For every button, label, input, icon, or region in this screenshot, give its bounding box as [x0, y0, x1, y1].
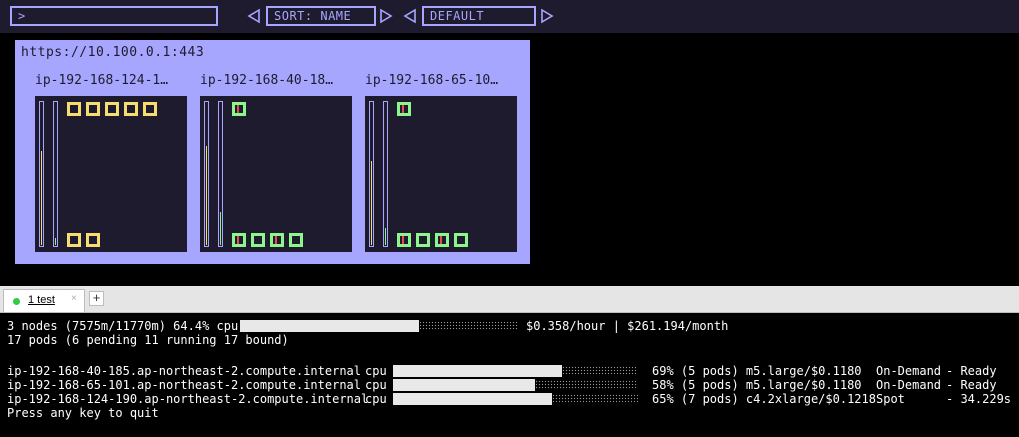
pod-square[interactable]: [232, 102, 246, 116]
node-body: [365, 96, 517, 252]
node-row-name: ip-192-168-124-190.ap-northeast-2.comput…: [7, 392, 369, 406]
cpu-usage-bar: [369, 101, 374, 247]
tab-label: 1 test: [28, 294, 55, 306]
node-name: ip-192-168-40-18…: [200, 73, 334, 88]
node-card[interactable]: ip-192-168-124-1…: [31, 70, 191, 256]
footer-hint: Press any key to quit: [7, 406, 159, 420]
cpu-usage-bar: [39, 101, 44, 247]
terminal-window: 1 test × + 3 nodes (7575m/11770m) 64.4% …: [0, 286, 1019, 437]
node-name: ip-192-168-65-10…: [365, 73, 499, 88]
tab-test[interactable]: 1 test ×: [3, 289, 85, 312]
pod-square[interactable]: [67, 102, 81, 116]
node-row-status: - Ready: [946, 378, 997, 392]
node-row-stats: 65% (7 pods) c4.2xlarge/$0.1218: [652, 392, 876, 406]
sort-next-icon[interactable]: [379, 6, 393, 26]
pod-square[interactable]: [86, 233, 100, 247]
node-row-capacity: Spot: [876, 392, 905, 406]
pod-marker: [402, 105, 404, 113]
node-body: [35, 96, 187, 252]
pod-square[interactable]: [416, 233, 430, 247]
node-row-resource: cpu: [365, 364, 387, 378]
cluster-panel: https://10.100.0.1:443 ip-192-168-124-1……: [15, 40, 530, 264]
toolbar: > SORT: NAME DEFAULT: [0, 0, 1019, 33]
pod-marker: [237, 236, 239, 244]
cluster-cpu-bar: [240, 320, 518, 332]
node-cpu-bar: [393, 365, 638, 377]
cost-text: $0.358/hour | $261.194/month: [526, 319, 729, 333]
add-tab-button[interactable]: +: [89, 291, 104, 306]
sort-prev-icon[interactable]: [247, 6, 261, 26]
profile-next-icon[interactable]: [540, 6, 554, 26]
pod-square[interactable]: [397, 102, 411, 116]
node-row-name: ip-192-168-65-101.ap-northeast-2.compute…: [7, 378, 362, 392]
pod-square[interactable]: [124, 102, 138, 116]
filter-input[interactable]: >: [10, 6, 218, 26]
summary-text: 3 nodes (7575m/11770m) 64.4% cpu: [7, 319, 239, 333]
node-row-capacity: On-Demand: [876, 364, 942, 378]
node-body: [200, 96, 352, 252]
node-row-resource: cpu: [365, 392, 387, 406]
close-icon[interactable]: ×: [71, 293, 77, 304]
node-card[interactable]: ip-192-168-65-10…: [361, 70, 521, 256]
sort-selector[interactable]: SORT: NAME: [266, 6, 376, 26]
pod-square[interactable]: [232, 233, 246, 247]
pod-square[interactable]: [289, 233, 303, 247]
node-row-stats: 69% (5 pods) m5.large/$0.1180: [652, 364, 862, 378]
node-row-status: - 34.229s: [946, 392, 1012, 406]
pod-marker: [402, 236, 404, 244]
memory-usage-bar: [53, 101, 58, 247]
pods-summary: 17 pods (6 pending 11 running 17 bound): [7, 333, 289, 347]
pod-square[interactable]: [67, 233, 81, 247]
pod-marker: [275, 236, 277, 244]
pod-square[interactable]: [143, 102, 157, 116]
pod-marker: [440, 236, 442, 244]
cluster-viewer: > SORT: NAME DEFAULT https://10.100.0.1:…: [0, 0, 1019, 286]
node-name: ip-192-168-124-1…: [35, 73, 169, 88]
tab-bar: 1 test × +: [0, 286, 1019, 313]
profile-selector[interactable]: DEFAULT: [422, 6, 536, 26]
pod-marker: [237, 105, 239, 113]
node-cpu-bar: [393, 393, 638, 405]
node-row-status: - Ready: [946, 364, 997, 378]
node-row-resource: cpu: [365, 378, 387, 392]
pod-square[interactable]: [251, 233, 265, 247]
sort-label: SORT: NAME: [274, 9, 352, 23]
pod-square[interactable]: [397, 233, 411, 247]
status-dot-icon: [13, 298, 20, 305]
pod-square[interactable]: [270, 233, 284, 247]
node-card[interactable]: ip-192-168-40-18…: [196, 70, 356, 256]
pod-square[interactable]: [105, 102, 119, 116]
pod-square[interactable]: [454, 233, 468, 247]
node-row-capacity: On-Demand: [876, 378, 942, 392]
filter-input-value: >: [18, 9, 26, 23]
profile-prev-icon[interactable]: [403, 6, 417, 26]
cluster-url: https://10.100.0.1:443: [21, 45, 205, 60]
terminal-output: 3 nodes (7575m/11770m) 64.4% cpu $0.358/…: [0, 314, 1019, 437]
node-cpu-bar: [393, 379, 638, 391]
memory-usage-bar: [383, 101, 388, 247]
node-row-name: ip-192-168-40-185.ap-northeast-2.compute…: [7, 364, 362, 378]
pod-square[interactable]: [435, 233, 449, 247]
profile-label: DEFAULT: [430, 9, 485, 23]
node-row-stats: 58% (5 pods) m5.large/$0.1180: [652, 378, 862, 392]
pod-square[interactable]: [86, 102, 100, 116]
memory-usage-bar: [218, 101, 223, 247]
cpu-usage-bar: [204, 101, 209, 247]
